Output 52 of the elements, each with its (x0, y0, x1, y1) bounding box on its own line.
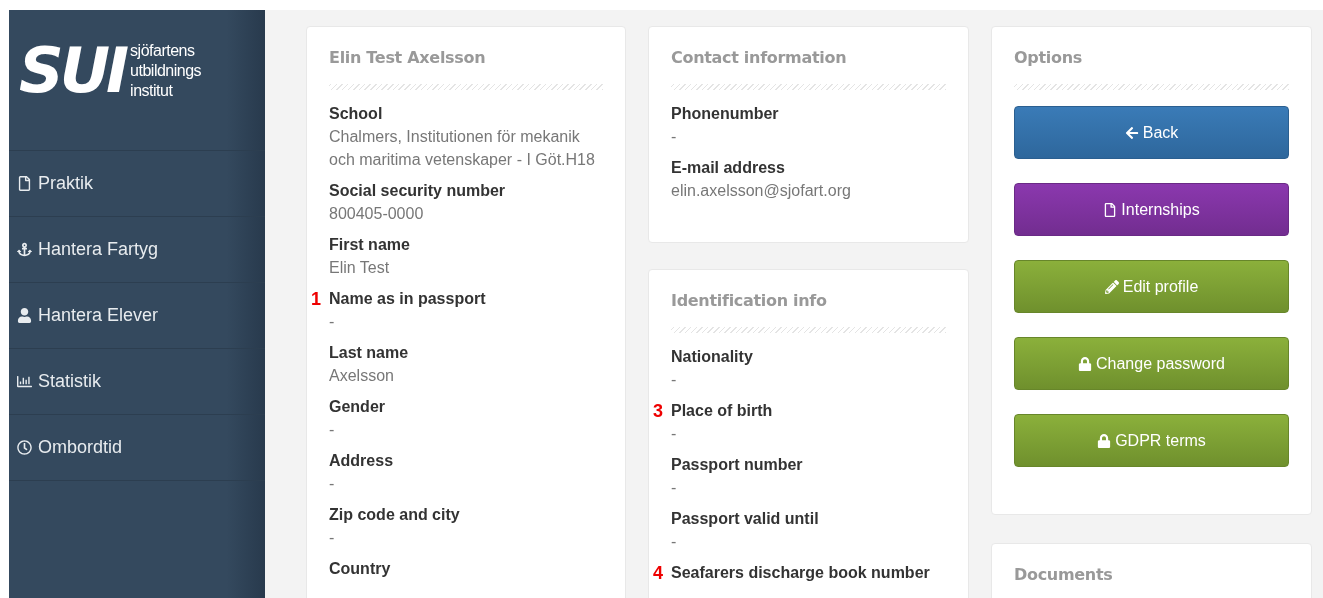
field-value: - (329, 474, 336, 494)
field-label: Address (329, 451, 395, 471)
field-value: elin.axelsson@sjofart.org (671, 181, 852, 201)
field-label: Name as in passport (329, 289, 487, 309)
card-title: Identification info (671, 290, 828, 312)
file-icon (1103, 202, 1118, 217)
field-value: Elin Test (329, 258, 391, 278)
annotation-number: 3 (653, 402, 663, 420)
field-label: Nationality (671, 347, 754, 367)
anchor-icon (17, 242, 32, 257)
annotation-number: 1 (311, 290, 321, 308)
field-label: E-mail address (671, 158, 786, 178)
clock-icon (17, 440, 32, 455)
field-value: - (671, 127, 678, 147)
field-label: Phonenumber (671, 104, 780, 124)
action-button[interactable]: Back (1014, 106, 1289, 159)
lock-icon (1078, 356, 1092, 371)
field-value: - (671, 370, 678, 390)
field-label: First name (329, 235, 411, 255)
arrow-left-icon (1124, 125, 1139, 140)
file-icon (17, 176, 32, 191)
bar-chart-icon (17, 374, 32, 389)
card-title: Elin Test Axelsson (329, 47, 487, 69)
field-value: 800405-0000 (329, 204, 425, 224)
lock-icon (1097, 433, 1112, 448)
field-label: Gender (329, 397, 386, 417)
field-label: Passport number (671, 455, 804, 475)
annotation-number: 4 (653, 564, 663, 582)
logo: SUI (19, 41, 126, 101)
user-icon (17, 308, 32, 323)
field-label: Seafarers discharge book number (671, 563, 931, 583)
field-value: - (329, 312, 336, 332)
field-label: Social security number (329, 181, 507, 201)
card-title: Options (1014, 47, 1083, 69)
action-button[interactable]: Internships (1014, 183, 1289, 236)
logo-text: sjöfartens utbildnings institut (129, 41, 202, 101)
card-title: Contact information (671, 47, 848, 69)
card-title: Documents (1014, 564, 1114, 586)
field-value: Chalmers, Institutionen för mekanik och maritima vetenskaper - I Göt.H18 (329, 127, 596, 170)
field-label: Place of birth (671, 401, 774, 421)
field-label: Zip code and city (329, 505, 461, 525)
field-value: Axelsson (329, 366, 395, 386)
field-label: Last name (329, 343, 410, 363)
field-label: Passport valid until (671, 509, 820, 529)
pencil-icon (1104, 279, 1119, 294)
field-value: - (671, 532, 678, 552)
field-value: - (329, 528, 336, 548)
field-value: - (329, 420, 336, 440)
field-label: Country (329, 559, 392, 579)
field-label: School (329, 104, 384, 124)
field-value: - (671, 424, 678, 444)
field-value: - (671, 478, 678, 498)
